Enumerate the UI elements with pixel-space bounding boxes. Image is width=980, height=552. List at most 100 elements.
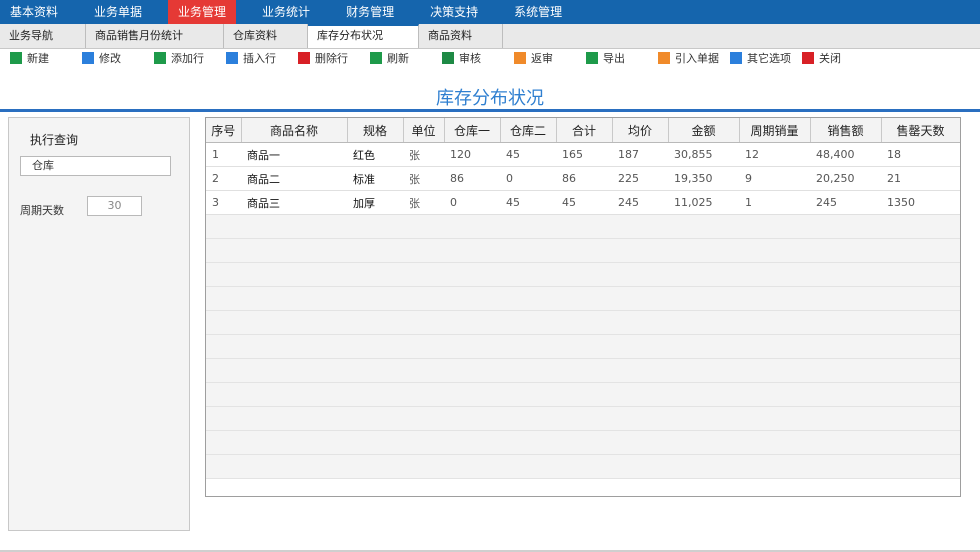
- table-row[interactable]: 1 商品一 红色 张 120 45 165 187 30,855 12 48,4…: [206, 142, 960, 167]
- cell-cycle-sales: 9: [739, 166, 810, 191]
- cell-sales-amount: 245: [810, 190, 881, 215]
- export-label: 导出: [603, 52, 625, 65]
- delete-row-button[interactable]: 删除行: [298, 51, 348, 65]
- toolbar: 新建 修改 添加行 插入行 删除行 刷新 审核 返审 导出 引入单据 其它选项 …: [0, 49, 980, 67]
- tab-monthly-sales[interactable]: 商品销售月份统计: [86, 24, 224, 48]
- cell-warehouse-2: 45: [500, 142, 556, 167]
- col-cycle-sales[interactable]: 周期销量: [739, 118, 811, 143]
- new-label: 新建: [27, 52, 49, 65]
- tab-warehouse[interactable]: 仓库资料: [224, 24, 308, 48]
- cell-avg-price: 245: [612, 190, 668, 215]
- table-row[interactable]: 2 商品二 标准 张 86 0 86 225 19,350 9 20,250 2…: [206, 166, 960, 191]
- import-document-button[interactable]: 引入单据: [658, 51, 719, 65]
- col-warehouse-2[interactable]: 仓库二: [500, 118, 557, 143]
- add-row-icon: [154, 52, 166, 64]
- cell-avg-price: 225: [612, 166, 668, 191]
- col-index[interactable]: 序号: [206, 118, 242, 143]
- empty-row: [206, 406, 960, 431]
- close-label: 关闭: [819, 52, 841, 65]
- col-spec[interactable]: 规格: [347, 118, 404, 143]
- insert-row-label: 插入行: [243, 52, 276, 65]
- refresh-label: 刷新: [387, 52, 409, 65]
- cell-index: 1: [206, 142, 241, 167]
- col-product-name[interactable]: 商品名称: [241, 118, 348, 143]
- empty-row: [206, 430, 960, 455]
- menu-system[interactable]: 系统管理: [504, 0, 572, 24]
- col-total[interactable]: 合计: [556, 118, 613, 143]
- cell-sales-amount: 48,400: [810, 142, 881, 167]
- col-warehouse-1[interactable]: 仓库一: [444, 118, 501, 143]
- cell-warehouse-1: 120: [444, 142, 500, 167]
- empty-row: [206, 238, 960, 263]
- cell-amount: 30,855: [668, 142, 739, 167]
- refresh-button[interactable]: 刷新: [370, 51, 409, 65]
- cell-product-name: 商品三: [241, 190, 347, 215]
- unaudit-icon: [514, 52, 526, 64]
- title-divider: [0, 109, 980, 112]
- cell-cycle-sales: 1: [739, 190, 810, 215]
- menu-basic-data[interactable]: 基本资料: [0, 0, 68, 24]
- cell-warehouse-1: 0: [444, 190, 500, 215]
- other-options-button[interactable]: 其它选项: [730, 51, 791, 65]
- menu-business-management[interactable]: 业务管理: [168, 0, 237, 24]
- main-menu-bar: 基本资料 业务单据 业务管理 业务统计 财务管理 决策支持 系统管理: [0, 0, 980, 24]
- col-amount[interactable]: 金额: [668, 118, 740, 143]
- unaudit-label: 返审: [531, 52, 553, 65]
- empty-row: [206, 454, 960, 479]
- cell-sellout-days: 18: [881, 142, 960, 167]
- menu-business-statistics[interactable]: 业务统计: [252, 0, 320, 24]
- edit-button[interactable]: 修改: [82, 51, 121, 65]
- col-unit[interactable]: 单位: [403, 118, 445, 143]
- add-row-button[interactable]: 添加行: [154, 51, 204, 65]
- cell-sellout-days: 21: [881, 166, 960, 191]
- empty-row: [206, 286, 960, 311]
- import-label: 引入单据: [675, 52, 719, 65]
- insert-row-icon: [226, 52, 238, 64]
- warehouse-field[interactable]: 仓库: [20, 156, 171, 176]
- cell-total: 86: [556, 166, 612, 191]
- new-icon: [10, 52, 22, 64]
- cell-warehouse-1: 86: [444, 166, 500, 191]
- execute-query-button[interactable]: 执行查询: [30, 131, 78, 148]
- empty-cell: [206, 262, 960, 287]
- header-row: 序号 商品名称 规格 单位 仓库一 仓库二 合计 均价 金额 周期销量 销售额 …: [206, 118, 960, 143]
- menu-decision-support[interactable]: 决策支持: [420, 0, 488, 24]
- cycle-days-field[interactable]: 30: [87, 196, 142, 216]
- col-sellout-days[interactable]: 售罄天数: [881, 118, 960, 143]
- cell-index: 2: [206, 166, 241, 191]
- cell-product-name: 商品一: [241, 142, 347, 167]
- cell-sellout-days: 1350: [881, 190, 960, 215]
- edit-label: 修改: [99, 52, 121, 65]
- cell-spec: 标准: [347, 166, 403, 191]
- close-button[interactable]: 关闭: [802, 51, 841, 65]
- unaudit-button[interactable]: 返审: [514, 51, 553, 65]
- table-row[interactable]: 3 商品三 加厚 张 0 45 45 245 11,025 1 245 1350: [206, 190, 960, 215]
- cell-spec: 加厚: [347, 190, 403, 215]
- options-icon: [730, 52, 742, 64]
- new-button[interactable]: 新建: [10, 51, 49, 65]
- menu-business-documents[interactable]: 业务单据: [84, 0, 152, 24]
- options-label: 其它选项: [747, 52, 791, 65]
- audit-button[interactable]: 审核: [442, 51, 481, 65]
- tab-business-nav[interactable]: 业务导航: [0, 24, 86, 48]
- export-button[interactable]: 导出: [586, 51, 625, 65]
- cell-sales-amount: 20,250: [810, 166, 881, 191]
- empty-row: [206, 334, 960, 359]
- empty-cell: [206, 358, 960, 383]
- cell-unit: 张: [403, 142, 444, 167]
- cell-unit: 张: [403, 166, 444, 191]
- cell-product-name: 商品二: [241, 166, 347, 191]
- empty-row: [206, 358, 960, 383]
- add-row-label: 添加行: [171, 52, 204, 65]
- tab-product-data[interactable]: 商品资料: [419, 24, 503, 48]
- empty-row: [206, 214, 960, 239]
- refresh-icon: [370, 52, 382, 64]
- col-sales-amount[interactable]: 销售额: [810, 118, 882, 143]
- insert-row-button[interactable]: 插入行: [226, 51, 276, 65]
- close-icon: [802, 52, 814, 64]
- cell-cycle-sales: 12: [739, 142, 810, 167]
- col-avg-price[interactable]: 均价: [612, 118, 669, 143]
- tab-inventory-distribution[interactable]: 库存分布状况: [308, 24, 419, 48]
- delete-row-label: 删除行: [315, 52, 348, 65]
- menu-finance[interactable]: 财务管理: [336, 0, 404, 24]
